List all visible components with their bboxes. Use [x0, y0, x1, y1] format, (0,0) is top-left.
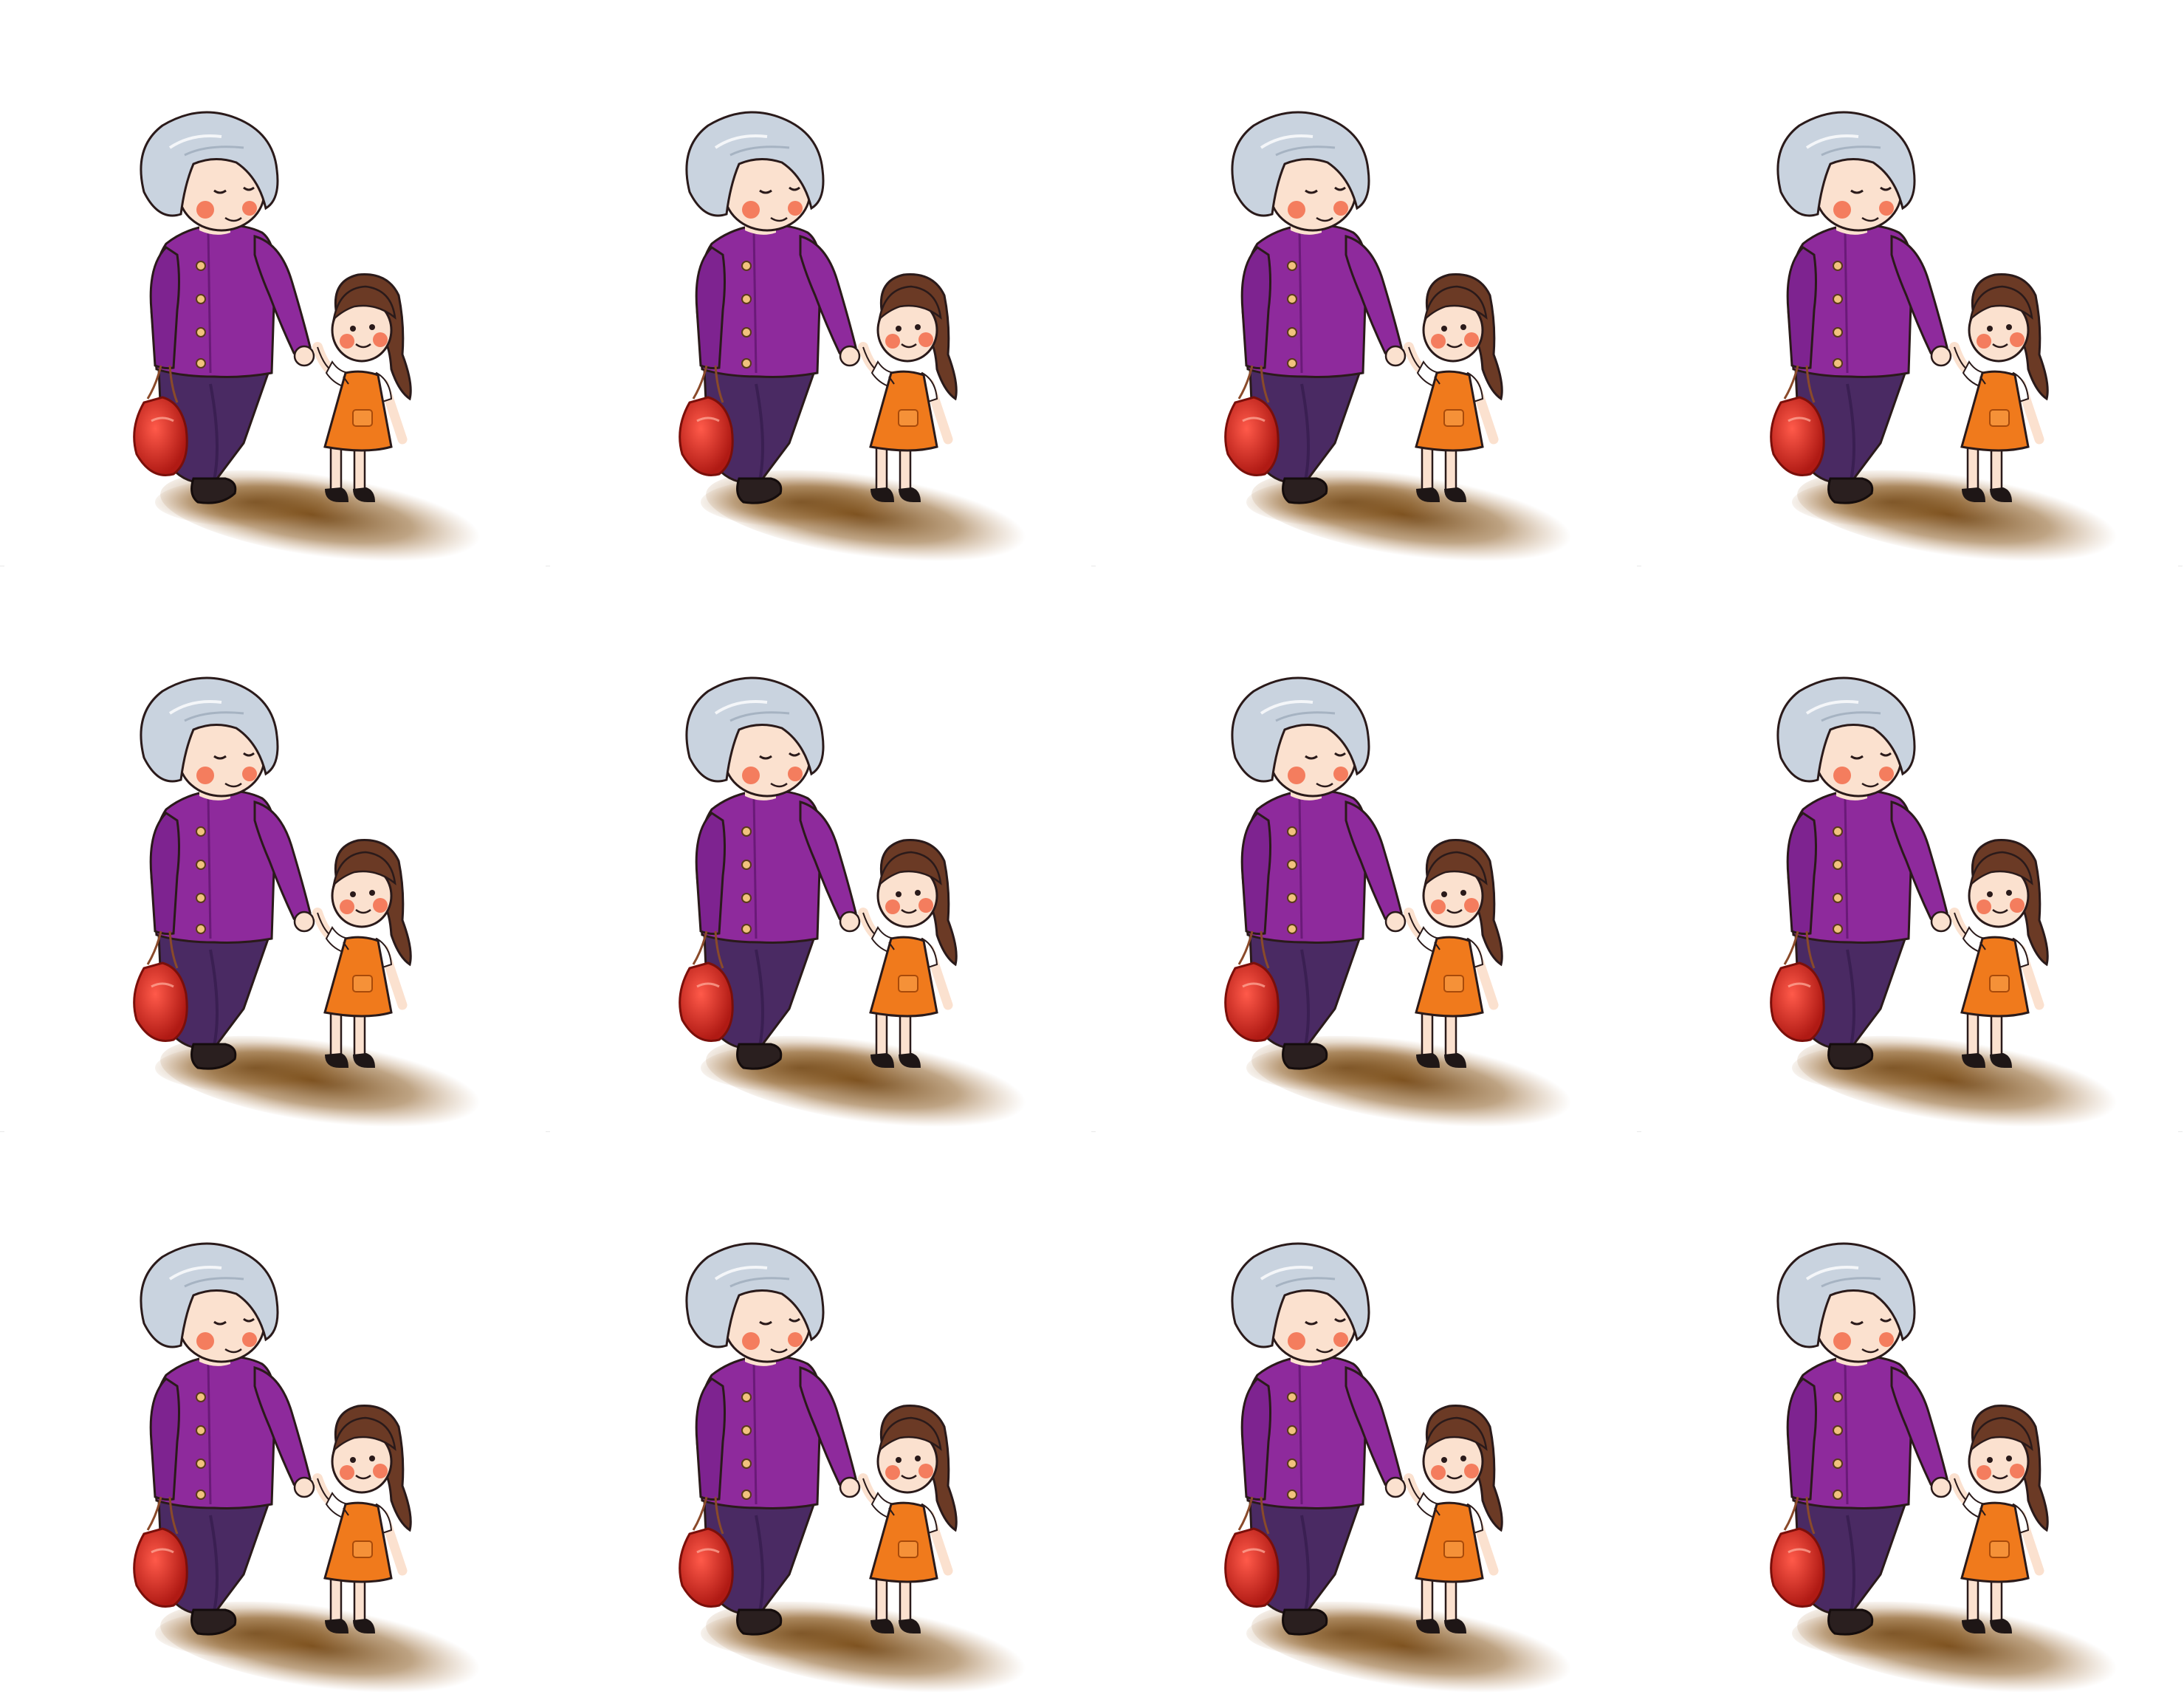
grandmother-girl-illustration — [1091, 566, 1637, 1131]
grandmother-girl-illustration — [546, 1131, 1091, 1697]
grandmother-girl-figure — [1226, 112, 1594, 580]
grandmother-girl-figure — [1771, 1244, 2140, 1697]
grandmother-girl-figure — [1226, 1244, 1594, 1697]
grandmother-girl-drawing — [0, 566, 546, 1131]
grandmother-girl-drawing — [546, 0, 1091, 566]
cut-mark — [0, 1131, 4, 1132]
grandmother-girl-illustration — [1091, 1131, 1637, 1697]
grandmother-girl-illustration — [1637, 0, 2183, 566]
cut-mark — [1091, 1131, 1096, 1132]
cut-mark — [2178, 1131, 2183, 1132]
grandmother-girl-illustration — [546, 566, 1091, 1131]
grandmother-girl-figure — [680, 678, 1048, 1146]
illustration-sheet — [0, 0, 2184, 1697]
grandmother-girl-drawing — [1637, 1131, 2183, 1697]
grandmother-girl-illustration — [1637, 566, 2183, 1131]
grandmother-girl-illustration — [1637, 1131, 2183, 1697]
grandmother-girl-figure — [134, 1244, 503, 1697]
grandmother-girl-drawing — [1091, 1131, 1637, 1697]
grandmother-girl-illustration — [546, 0, 1091, 566]
grandmother-girl-drawing — [546, 1131, 1091, 1697]
grandmother-girl-figure — [134, 112, 503, 580]
grandmother-girl-drawing — [1637, 566, 2183, 1131]
grandmother-girl-drawing — [546, 566, 1091, 1131]
grandmother-girl-illustration — [0, 566, 546, 1131]
grandmother-girl-figure — [134, 678, 503, 1146]
grandmother-girl-drawing — [1091, 0, 1637, 566]
grandmother-girl-illustration — [1091, 0, 1637, 566]
grandmother-girl-figure — [1771, 678, 2140, 1146]
grandmother-girl-illustration — [0, 0, 546, 566]
grandmother-girl-figure — [1771, 112, 2140, 580]
grandmother-girl-figure — [1226, 678, 1594, 1146]
cut-mark — [1637, 1131, 1641, 1132]
grandmother-girl-figure — [680, 112, 1048, 580]
grandmother-girl-figure — [680, 1244, 1048, 1697]
grandmother-girl-drawing — [1091, 566, 1637, 1131]
grandmother-girl-drawing — [1637, 0, 2183, 566]
grandmother-girl-drawing — [0, 1131, 546, 1697]
grandmother-girl-drawing — [0, 0, 546, 566]
cut-mark — [546, 1131, 550, 1132]
grandmother-girl-illustration — [0, 1131, 546, 1697]
